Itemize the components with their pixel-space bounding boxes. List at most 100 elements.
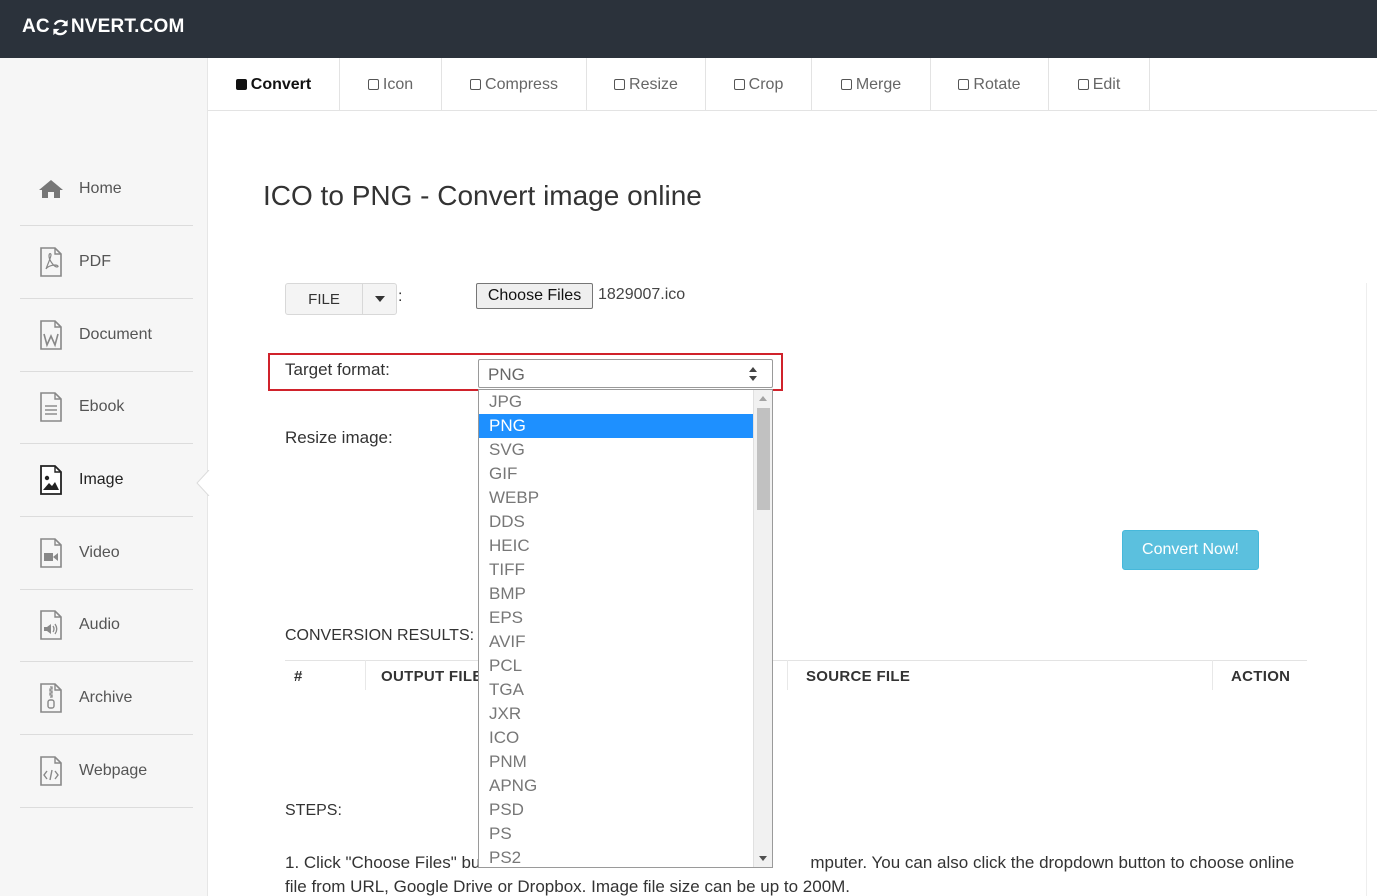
tab-label: Compress xyxy=(485,75,558,93)
sidebar-item-label: Home xyxy=(79,180,122,197)
option-avif[interactable]: AVIF xyxy=(479,630,753,654)
option-ico[interactable]: ICO xyxy=(479,726,753,750)
file-source-button[interactable]: FILE xyxy=(285,283,397,315)
option-heic[interactable]: HEIC xyxy=(479,534,753,558)
option-tga[interactable]: TGA xyxy=(479,678,753,702)
target-format-label: Target format: xyxy=(285,360,390,379)
option-pcl[interactable]: PCL xyxy=(479,654,753,678)
tab-label: Edit xyxy=(1092,75,1121,93)
column-header-output-file: OUTPUT FILE xyxy=(381,668,483,685)
steps-label: STEPS: xyxy=(285,802,342,819)
scroll-down-icon[interactable] xyxy=(759,856,767,861)
tab-convert[interactable]: Convert xyxy=(208,58,340,111)
file-button[interactable]: FILE xyxy=(286,284,363,314)
option-bmp[interactable]: BMP xyxy=(479,582,753,606)
top-header: AC NVERT.COM xyxy=(0,0,1377,58)
tab-icon[interactable]: Icon xyxy=(340,58,442,111)
column-header-number: # xyxy=(294,668,303,685)
target-format-select[interactable]: PNG xyxy=(478,359,773,388)
option-ps[interactable]: PS xyxy=(479,822,753,846)
selected-file-name: 1829007.ico xyxy=(598,286,686,303)
option-jpg[interactable]: JPG xyxy=(479,390,753,414)
tab-label: Crop xyxy=(748,75,784,93)
pdf-icon xyxy=(37,247,65,277)
sidebar-item-label: Video xyxy=(79,544,120,561)
option-apng[interactable]: APNG xyxy=(479,774,753,798)
sidebar-item-label: Document xyxy=(79,326,152,343)
sidebar-item-label: PDF xyxy=(79,253,111,270)
results-table-divider xyxy=(285,660,1307,661)
sidebar-item-video[interactable]: Video xyxy=(20,517,193,590)
option-pnm[interactable]: PNM xyxy=(479,750,753,774)
sidebar-item-label: Image xyxy=(79,471,124,488)
choose-files-button[interactable]: Choose Files xyxy=(476,283,593,309)
chevron-down-icon[interactable] xyxy=(363,284,396,314)
column-header-source-file: SOURCE FILE xyxy=(806,668,911,685)
video-icon xyxy=(37,538,65,568)
target-format-value: PNG xyxy=(488,365,525,384)
tab-merge[interactable]: Merge xyxy=(812,58,931,111)
sidebar-item-document[interactable]: Document xyxy=(20,299,193,372)
checkbox-icon xyxy=(1077,79,1089,90)
sidebar-item-label: Archive xyxy=(79,689,133,706)
resize-image-label: Resize image: xyxy=(285,428,393,447)
checkbox-icon xyxy=(958,79,970,90)
tab-label: Resize xyxy=(629,75,678,93)
webpage-icon xyxy=(37,756,65,786)
tab-label: Merge xyxy=(855,75,902,93)
checkbox-icon xyxy=(470,79,482,90)
option-gif[interactable]: GIF xyxy=(479,462,753,486)
logo-text-part2: NVERT.COM xyxy=(70,16,185,37)
tab-label: Rotate xyxy=(973,75,1021,93)
column-header-action: ACTION xyxy=(1231,668,1291,685)
active-indicator-icon xyxy=(196,470,210,496)
panel-border xyxy=(1366,283,1367,896)
option-eps[interactable]: EPS xyxy=(479,606,753,630)
sidebar-item-ebook[interactable]: Ebook xyxy=(20,371,193,444)
option-ps2[interactable]: PS2 xyxy=(479,846,753,867)
option-png[interactable]: PNG xyxy=(479,414,753,438)
tab-compress[interactable]: Compress xyxy=(442,58,587,111)
tab-rotate[interactable]: Rotate xyxy=(931,58,1049,111)
option-svg[interactable]: SVG xyxy=(479,438,753,462)
dropdown-scrollbar[interactable] xyxy=(753,390,772,867)
image-icon xyxy=(37,465,65,495)
steps-text-line2: file from URL, Google Drive or Dropbox. … xyxy=(285,877,851,896)
option-webp[interactable]: WEBP xyxy=(479,486,753,510)
audio-icon xyxy=(37,610,65,640)
scroll-up-icon[interactable] xyxy=(759,396,767,401)
checkbox-icon xyxy=(367,79,379,90)
checkbox-icon xyxy=(840,79,852,90)
sidebar-item-pdf[interactable]: PDF xyxy=(20,226,193,299)
sidebar-item-audio[interactable]: Audio xyxy=(20,589,193,662)
page-title: ICO to PNG - Convert image online xyxy=(263,180,702,211)
option-dds[interactable]: DDS xyxy=(479,510,753,534)
sidebar-item-image[interactable]: Image xyxy=(20,444,193,517)
option-tiff[interactable]: TIFF xyxy=(479,558,753,582)
tab-label: Convert xyxy=(250,75,312,93)
scrollbar-thumb[interactable] xyxy=(757,408,770,510)
sidebar-item-label: Webpage xyxy=(79,762,148,779)
tab-edit[interactable]: Edit xyxy=(1049,58,1150,111)
logo-text-part1: AC xyxy=(22,16,50,37)
steps-text-part1: 1. Click "Choose Files" bu xyxy=(285,853,481,872)
tab-crop[interactable]: Crop xyxy=(706,58,812,111)
home-icon xyxy=(37,174,65,204)
ebook-icon xyxy=(37,392,65,422)
tab-resize[interactable]: Resize xyxy=(587,58,706,111)
format-dropdown-list[interactable]: JPG PNG SVG GIF WEBP DDS HEIC TIFF BMP E… xyxy=(478,389,773,868)
steps-text-part2: mputer. You can also click the dropdown … xyxy=(810,853,1295,872)
sidebar-item-label: Audio xyxy=(79,616,120,633)
column-divider xyxy=(365,660,366,690)
sidebar-item-archive[interactable]: Archive xyxy=(20,662,193,735)
sidebar-item-home[interactable]: Home xyxy=(20,153,193,226)
option-jxr[interactable]: JXR xyxy=(479,702,753,726)
checkbox-icon xyxy=(733,79,745,90)
convert-now-button[interactable]: Convert Now! xyxy=(1122,530,1259,570)
site-logo[interactable]: AC NVERT.COM xyxy=(22,16,185,38)
option-psd[interactable]: PSD xyxy=(479,798,753,822)
sidebar-item-webpage[interactable]: Webpage xyxy=(20,735,193,808)
tab-label: Icon xyxy=(382,75,414,93)
conversion-results-label: CONVERSION RESULTS: xyxy=(285,627,475,644)
column-divider xyxy=(787,660,788,690)
